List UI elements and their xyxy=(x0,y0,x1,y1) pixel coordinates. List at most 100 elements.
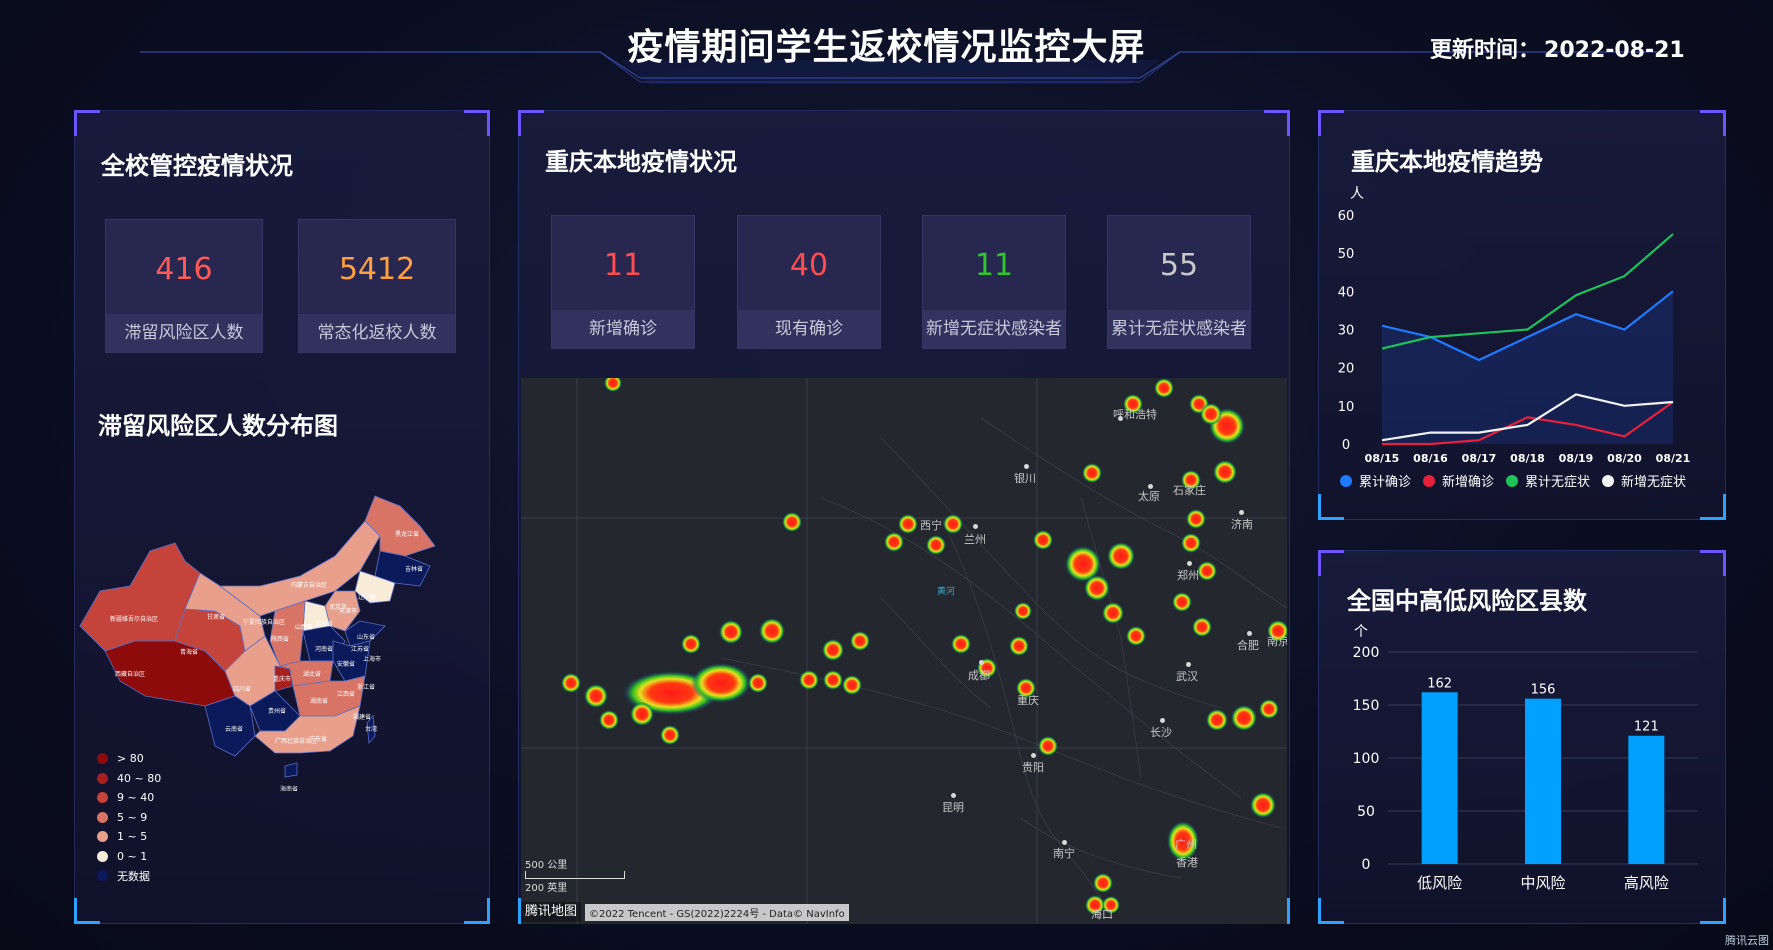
legend-label: 5 ~ 9 xyxy=(117,810,148,824)
risk-y-tick: 200 xyxy=(1353,645,1380,661)
stat-box-new-confirmed: 11 新增确诊 xyxy=(551,215,695,349)
legend-item[interactable]: 1 ~ 5 xyxy=(97,827,161,847)
legend-label: 新增确诊 xyxy=(1442,475,1495,490)
trend-legend: 累计确诊 新增确诊 累计无症状 新增无症状 xyxy=(1340,471,1698,490)
province-label: 浙江省 xyxy=(357,683,375,691)
trend-x-tick: 08/17 xyxy=(1462,452,1497,465)
city-label: 黄河 xyxy=(937,587,956,597)
corner-decoration xyxy=(1318,550,1344,576)
legend-item[interactable]: 40 ~ 80 xyxy=(97,769,161,789)
map-legend: > 80 40 ~ 80 9 ~ 40 5 ~ 9 1 ~ 5 0 ~ 1 无数据 xyxy=(97,749,161,886)
risk-bar-chart[interactable]: 个 0 50 100 150 200 162 低风险 156 中风险 121 高风险 xyxy=(1318,620,1728,905)
trend-legend-item[interactable]: 新增确诊 xyxy=(1423,471,1494,490)
trend-y-tick: 60 xyxy=(1338,209,1355,224)
header: 疫情期间学生返校情况监控大屏 更新时间： 2022-08-21 xyxy=(0,0,1773,90)
trend-line-chart[interactable]: 人 0 10 20 30 40 50 60 08/15 08/16 08/17 08/18 08/19 0… xyxy=(1318,180,1728,480)
risk-y-unit: 个 xyxy=(1354,624,1368,640)
school-control-panel: 全校管控疫情状况 416 滞留风险区人数 5412 常态化返校人数 滞留风险区人… xyxy=(74,110,490,924)
province-label: 宁夏回族自治区 xyxy=(243,618,285,626)
trend-y-tick: 10 xyxy=(1338,400,1355,415)
province-label: 山东省 xyxy=(357,633,375,641)
corner-decoration xyxy=(74,898,100,924)
city-marker xyxy=(1186,662,1191,667)
legend-item[interactable]: > 80 xyxy=(97,749,161,769)
corner-decoration xyxy=(1700,550,1726,576)
trend-legend-item[interactable]: 累计确诊 xyxy=(1340,471,1411,490)
update-time-value: 2022-08-21 xyxy=(1544,38,1685,63)
province-label: 福建省 xyxy=(353,713,371,721)
risk-x-tick: 低风险 xyxy=(1417,874,1462,892)
city-marker xyxy=(979,660,984,665)
city-label: 郑州 xyxy=(1177,569,1199,582)
city-marker xyxy=(1024,464,1029,469)
legend-label: 40 ~ 80 xyxy=(117,771,162,785)
trend-panel-title: 重庆本地疫情趋势 xyxy=(1351,148,1543,176)
city-label: 贵阳 xyxy=(1022,761,1044,774)
province-label: 西藏自治区 xyxy=(115,670,145,678)
china-choropleth-map[interactable]: 新疆维吾尔自治区西藏自治区青海省甘肃省内蒙古自治区黑龙江省吉林省辽宁省北京市天津… xyxy=(75,491,475,791)
province-label: 黑龙江省 xyxy=(395,530,419,538)
stat-label-stranded: 滞留风险区人数 xyxy=(106,314,262,352)
legend-item[interactable]: 9 ~ 40 xyxy=(97,788,161,808)
city-label: 合肥 xyxy=(1237,639,1259,652)
stat-box-stranded: 416 滞留风险区人数 xyxy=(105,219,263,353)
legend-swatch xyxy=(1506,474,1519,487)
chongqing-panel-title: 重庆本地疫情状况 xyxy=(545,148,737,176)
risk-bar[interactable] xyxy=(1628,735,1665,864)
risk-bar[interactable] xyxy=(1421,692,1458,864)
city-label: 西宁 xyxy=(920,519,942,532)
legend-swatch xyxy=(97,792,108,804)
trend-legend-item[interactable]: 新增无症状 xyxy=(1602,471,1686,490)
trend-y-tick: 0 xyxy=(1342,438,1350,453)
province-label: 新疆维吾尔自治区 xyxy=(110,615,158,623)
city-label: 广州 xyxy=(1175,838,1197,851)
risk-bar-value: 121 xyxy=(1634,720,1659,735)
legend-item[interactable]: 无数据 xyxy=(97,866,161,886)
city-label: 兰州 xyxy=(964,533,986,546)
legend-label: > 80 xyxy=(117,752,144,766)
heatmap-map[interactable]: 呼和浩特 银川 太原 石家庄 济南 西宁 兰州 郑州 合肥 南京 成都 武汉 重… xyxy=(521,378,1287,924)
legend-item[interactable]: 0 ~ 1 xyxy=(97,847,161,867)
legend-label: 0 ~ 1 xyxy=(117,849,148,863)
map-footer: 腾讯地图 ©2022 Tencent - GS(2022)2224号 - Dat… xyxy=(521,902,849,922)
trend-y-tick: 40 xyxy=(1338,285,1355,300)
risk-x-tick: 高风险 xyxy=(1624,874,1669,892)
city-label: 济南 xyxy=(1231,518,1253,531)
map-scale: 500 公里 200 英里 xyxy=(525,856,625,894)
trend-x-tick: 08/15 xyxy=(1365,452,1400,465)
province-label: 山西省 xyxy=(295,623,313,631)
legend-item[interactable]: 5 ~ 9 xyxy=(97,808,161,828)
risk-bar[interactable] xyxy=(1525,698,1561,864)
province-label: 甘肃省 xyxy=(207,613,225,621)
corner-decoration xyxy=(74,110,100,136)
legend-label: 累计确诊 xyxy=(1359,475,1412,490)
risk-x-tick: 中风险 xyxy=(1520,874,1565,892)
stat-box-total-asymptomatic: 55 累计无症状感染者 xyxy=(1107,215,1251,349)
city-label: 南宁 xyxy=(1053,847,1075,860)
risk-y-tick: 0 xyxy=(1362,857,1371,873)
province-label: 江西省 xyxy=(337,690,355,698)
province-label: 江苏省 xyxy=(351,645,369,653)
trend-x-tick: 08/20 xyxy=(1607,452,1642,465)
brand-watermark: 腾讯云图 xyxy=(1725,934,1769,947)
trend-legend-item[interactable]: 累计无症状 xyxy=(1506,471,1590,490)
legend-swatch xyxy=(97,753,108,765)
stat-value-new-confirmed: 11 xyxy=(603,248,643,283)
city-marker xyxy=(951,793,956,798)
tencent-map-logo[interactable]: 腾讯地图 xyxy=(521,902,582,922)
city-marker xyxy=(1239,510,1244,515)
legend-swatch xyxy=(1340,474,1352,487)
stat-label-total-asymptomatic: 累计无症状感染者 xyxy=(1108,310,1250,348)
trend-x-tick: 08/18 xyxy=(1510,452,1545,465)
province-label: 吉林省 xyxy=(405,565,423,573)
risk-y-tick: 50 xyxy=(1357,804,1375,820)
stat-label-new-asymptomatic: 新增无症状感染者 xyxy=(923,310,1065,348)
province-label: 台湾 xyxy=(365,725,377,733)
province-label: 湖南省 xyxy=(310,697,328,705)
city-marker xyxy=(1031,753,1036,758)
legend-swatch xyxy=(1602,474,1615,487)
city-marker xyxy=(973,524,978,529)
city-label: 石家庄 xyxy=(1173,484,1206,497)
stat-box-returned: 5412 常态化返校人数 xyxy=(298,219,456,353)
stat-label-current-confirmed: 现有确诊 xyxy=(738,310,880,348)
